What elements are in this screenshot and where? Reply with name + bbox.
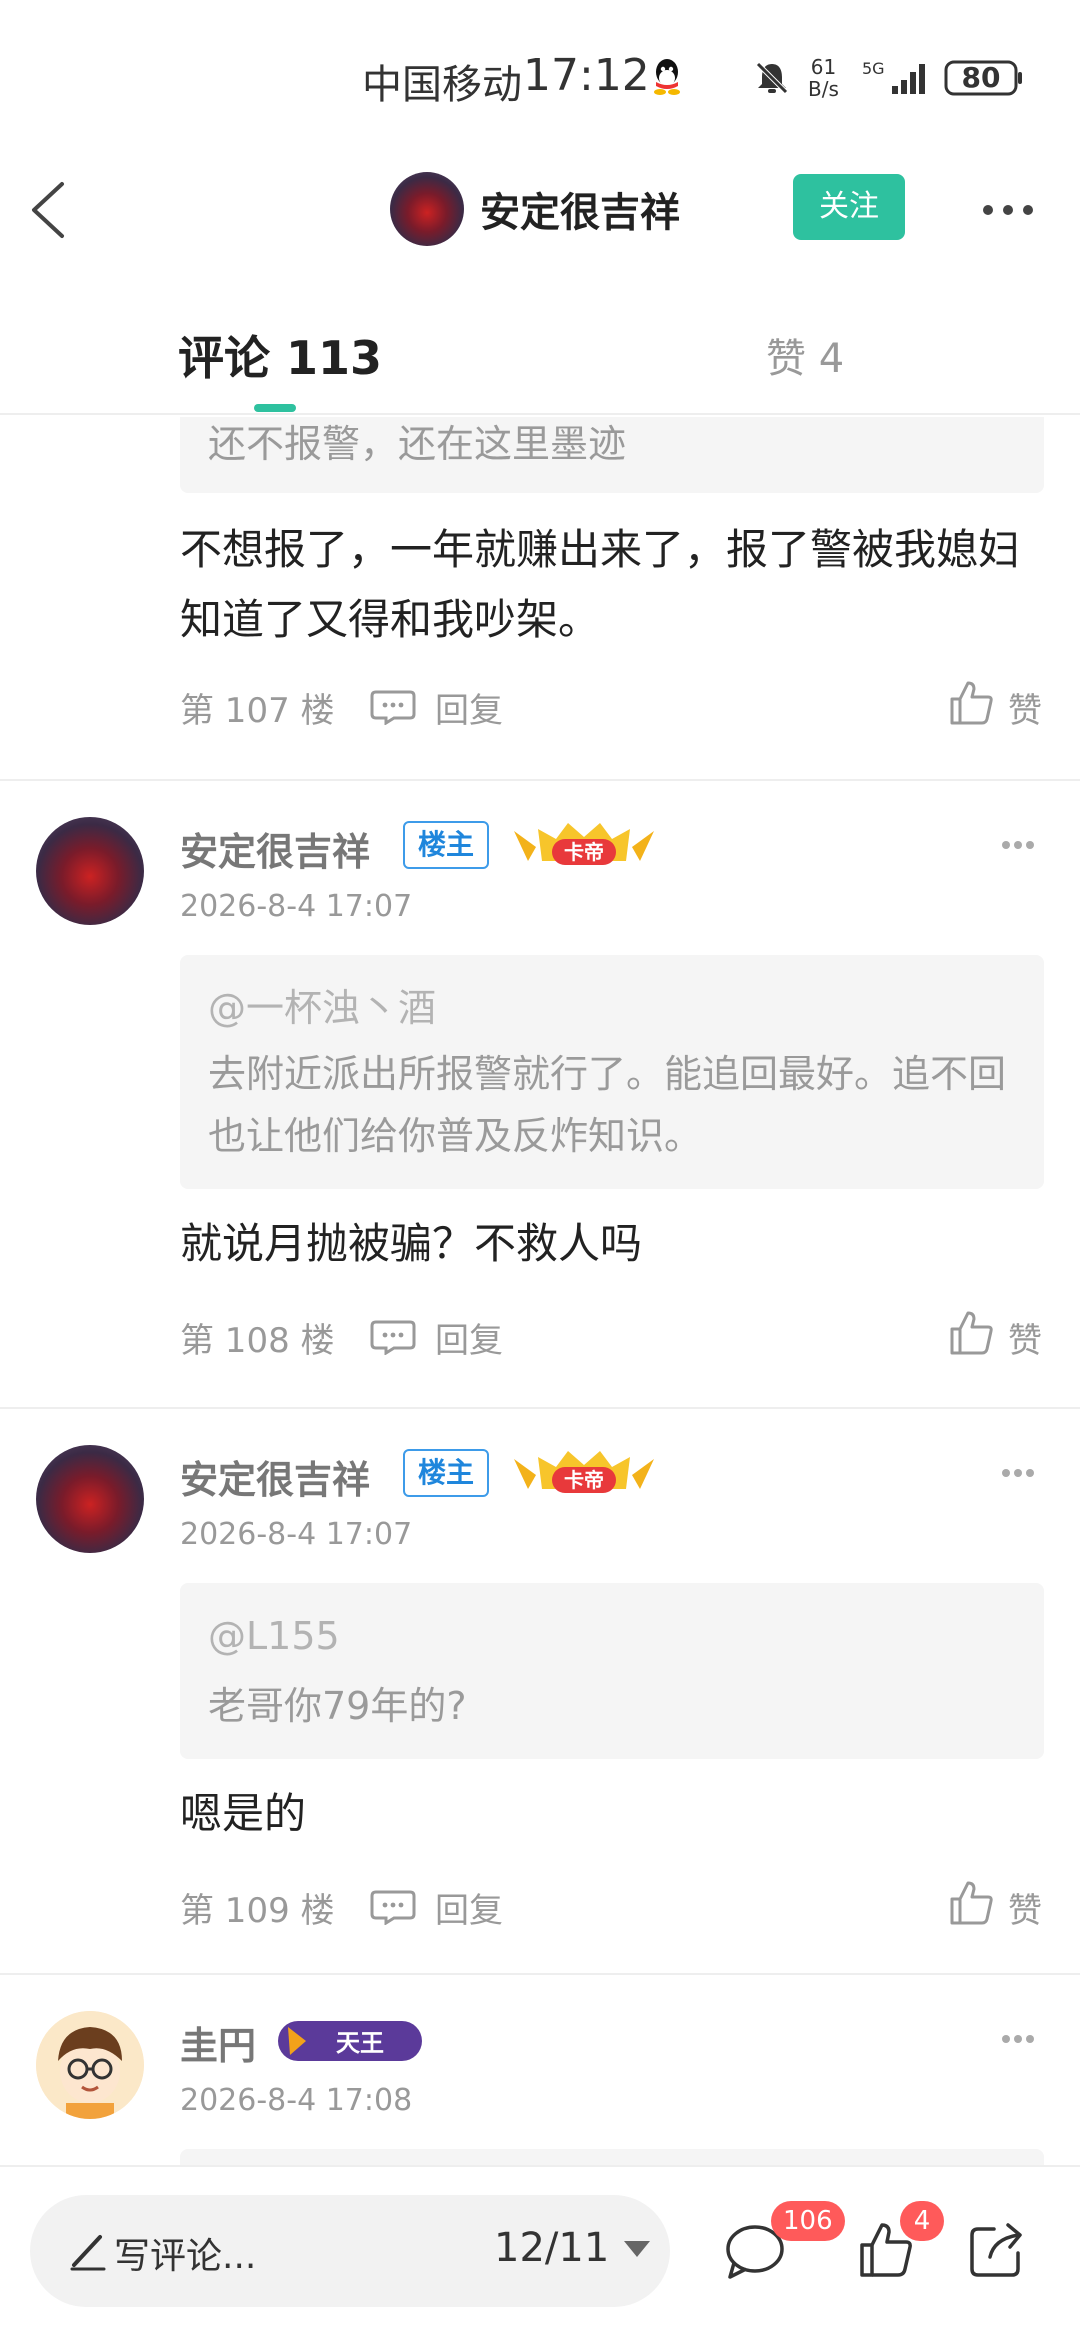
net-speed-value: 61 [810,55,837,79]
avatar[interactable] [36,2011,144,2119]
bottom-action-bar: 写评论... 12/11 106 4 [0,2165,1080,2340]
quoted-text: 老哥你79年的? [208,1684,467,1728]
comment-body: 还不报警，还在这里墨迹 不想报了，一年就赚出来了，报了警被我媳妇知道了又得和我吵… [180,417,1044,735]
reply-icon[interactable] [370,1889,416,1925]
floor-number: 第 109 楼 [180,1891,335,1931]
divider [0,1973,1080,1975]
username[interactable]: 圭円 [180,2015,256,2070]
quoted-text: 去附近派出所报警就行了。能追回最好。追不回也让他们给你普及反炸知识。 [208,1052,1007,1158]
clock: 17:12 [523,50,650,101]
qq-icon [654,59,680,95]
quoted-comment[interactable]: @L155 老哥你79年的? [180,1583,1044,1759]
thumbs-up-icon[interactable] [948,1309,994,1357]
timestamp: 2026-8-4 17:07 [180,1517,413,1552]
status-bar: 中国移动 17:12 61 B/s 5G 80 [0,0,1080,150]
comment-actions: 第 108 楼 回复 赞 [180,1305,1044,1365]
op-badge: 楼主 [403,1449,489,1497]
thumbs-up-icon[interactable] [948,679,994,727]
avatar[interactable] [36,817,144,925]
comment-more-icon[interactable] [1000,2033,1036,2045]
signal-icon: 5G [862,59,925,94]
mute-bell-icon [756,62,788,94]
net-speed-unit: B/s [808,77,839,101]
tab-bar: 评论 113 赞 4 [0,300,1080,415]
comment-actions: 第 107 楼 回复 赞 [180,675,1044,735]
follow-button[interactable]: 关注 [793,174,905,240]
quoted-comment[interactable]: 还不报警，还在这里墨迹 [180,417,1044,493]
rank-badge-icon: 天王 [278,2021,422,2061]
divider [0,1407,1080,1409]
rank-badge-label: 天王 [336,2029,384,2057]
like-button[interactable]: 赞 [1008,1313,1042,1362]
pen-icon [70,2235,106,2271]
timestamp: 2026-8-4 17:07 [180,889,413,924]
comment-text: 就说月抛被骗？不救人吗 [180,1219,643,1268]
cartoon-avatar-icon [36,2011,144,2119]
author-avatar[interactable] [390,172,464,246]
net-speed: 61 B/s [808,56,839,100]
thumbs-up-icon[interactable] [948,1879,994,1927]
timestamp: 2026-8-4 17:08 [180,2083,413,2118]
divider [0,779,1080,781]
more-options-icon[interactable] [980,202,1036,218]
rank-badge-crown-icon: 卡帝 [514,823,654,865]
caret-down-icon[interactable] [622,2239,652,2259]
rank-badge-label: 卡帝 [564,840,604,864]
reply-icon[interactable] [370,1319,416,1355]
rank-badge-crown-icon: 卡帝 [514,1451,654,1493]
comment-body: @L155 老哥你79年的? 嗯是的 第 109 楼 回复 赞 [180,1583,1044,1935]
top-nav-bar: 安定很吉祥 关注 [0,150,1080,270]
comment-actions: 第 109 楼 回复 赞 [180,1875,1044,1935]
quoted-text: 还不报警，还在这里墨迹 [208,422,627,466]
reply-icon[interactable] [370,689,416,725]
write-comment-placeholder: 写评论... [114,2236,257,2277]
quoted-comment[interactable]: @一杯浊丶酒 去附近派出所报警就行了。能追回最好。追不回也让他们给你普及反炸知识… [180,955,1044,1189]
quoted-comment[interactable] [180,2149,1044,2165]
reply-button[interactable]: 回复 [435,1313,503,1362]
reply-button[interactable]: 回复 [435,1883,503,1932]
comment-list[interactable]: 还不报警，还在这里墨迹 不想报了，一年就赚出来了，报了警被我媳妇知道了又得和我吵… [0,417,1080,2165]
comment-count-badge: 106 [771,2201,845,2241]
comment-text: 不想报了，一年就赚出来了，报了警被我媳妇知道了又得和我吵架。 [180,525,1021,644]
avatar[interactable] [36,1445,144,1553]
like-count-badge: 4 [900,2201,944,2241]
comment-more-icon[interactable] [1000,1467,1036,1479]
comment-text: 嗯是的 [180,1789,307,1838]
back-arrow-icon[interactable] [24,178,74,242]
network-type-label: 5G [862,59,885,78]
username[interactable]: 安定很吉祥 [180,1449,370,1504]
battery-level: 80 [961,61,1001,94]
tab-comments[interactable]: 评论 113 [178,322,382,388]
like-button[interactable]: 赞 [1008,683,1042,732]
write-comment-input[interactable]: 写评论... 12/11 [30,2195,670,2307]
author-name[interactable]: 安定很吉祥 [480,180,680,238]
tab-active-indicator [254,404,296,412]
comment-body: @一杯浊丶酒 去附近派出所报警就行了。能追回最好。追不回也让他们给你普及反炸知识… [180,955,1044,1365]
comment-more-icon[interactable] [1000,839,1036,851]
quoted-user[interactable]: @L155 [208,1605,1016,1667]
rank-badge-label: 卡帝 [564,1468,604,1492]
floor-number: 第 107 楼 [180,691,335,731]
carrier-label: 中国移动 [362,62,522,108]
like-button[interactable]: 赞 [1008,1883,1042,1932]
floor-number: 第 108 楼 [180,1321,335,1361]
quoted-user[interactable]: @一杯浊丶酒 [208,977,1016,1039]
op-badge: 楼主 [403,821,489,869]
tab-likes[interactable]: 赞 4 [766,326,844,384]
share-icon[interactable] [968,2221,1026,2279]
username[interactable]: 安定很吉祥 [180,821,370,876]
page-indicator[interactable]: 12/11 [494,2225,609,2271]
reply-button[interactable]: 回复 [435,683,503,732]
